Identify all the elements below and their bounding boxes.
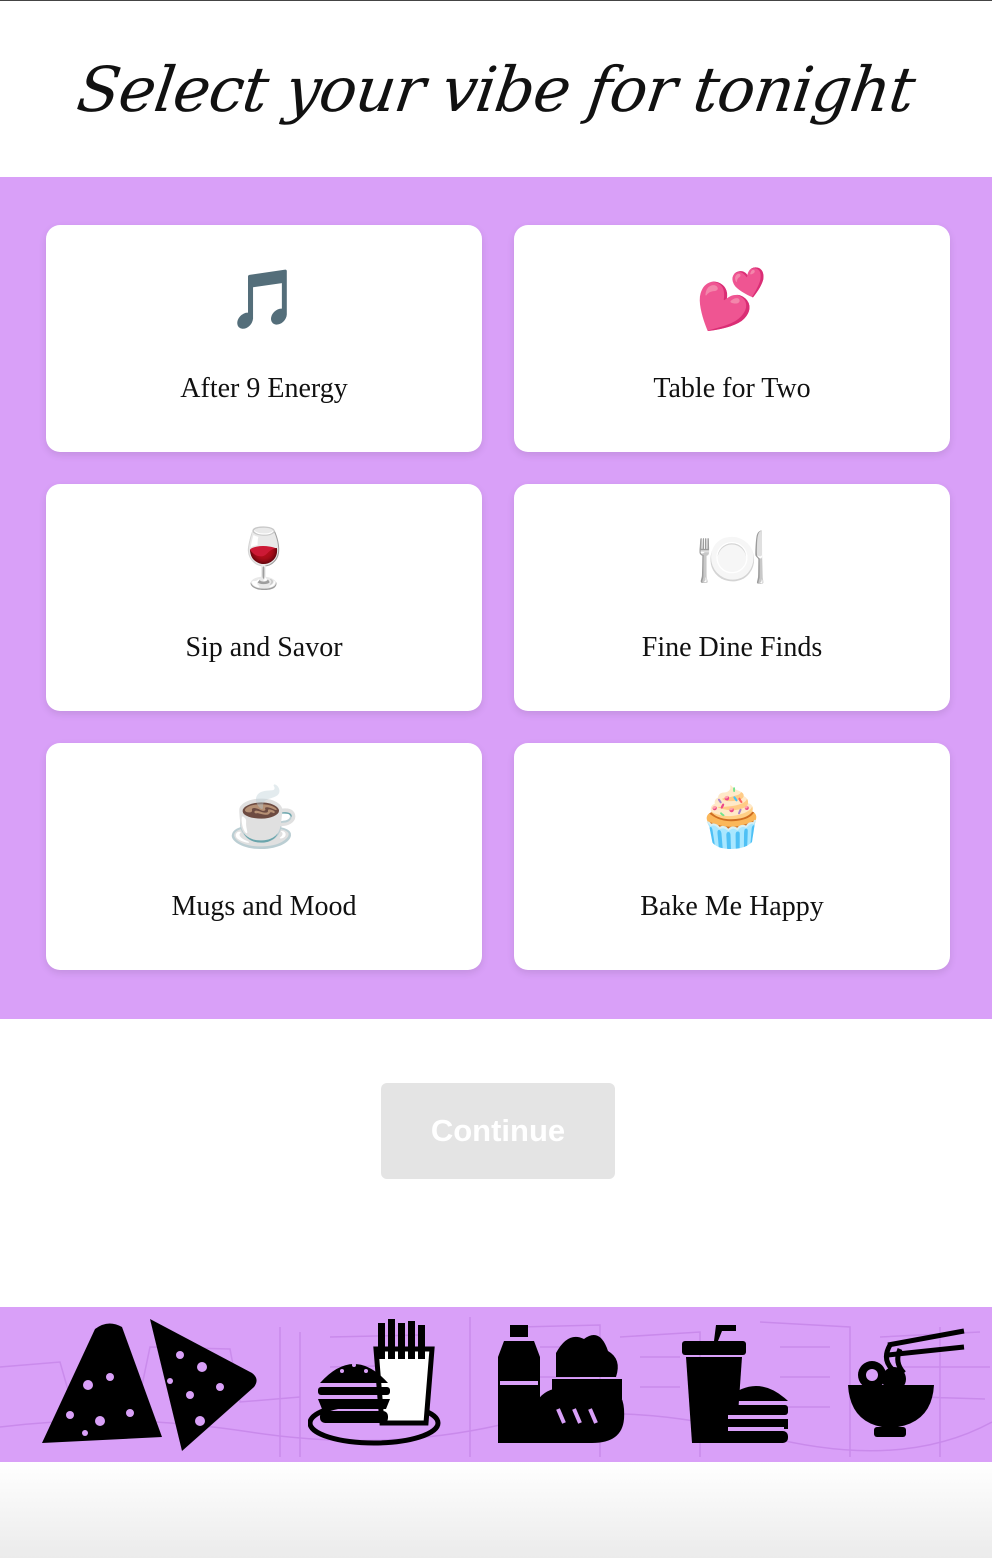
vibe-label: Bake Me Happy	[640, 891, 824, 922]
food-banner	[0, 1307, 992, 1462]
music-notes-icon: 🎵	[227, 267, 301, 332]
vibe-label: Mugs and Mood	[171, 891, 357, 922]
vibe-card-fine-dine-finds[interactable]: 🍽️ Fine Dine Finds	[514, 484, 950, 711]
noodle-bowl-icon	[848, 1328, 965, 1437]
vibe-label: Sip and Savor	[185, 632, 343, 663]
plate-cutlery-icon: 🍽️	[695, 526, 769, 591]
grocery-bottle-bread-icon	[498, 1325, 625, 1443]
vibe-label: Table for Two	[653, 373, 811, 404]
pizza-slices-icon	[42, 1319, 257, 1451]
vibe-card-table-for-two[interactable]: 💕 Table for Two	[514, 225, 950, 452]
cupcake-icon: 🧁	[695, 785, 769, 850]
two-hearts-icon: 💕	[695, 267, 769, 332]
page-title: Select your vibe for tonight	[72, 52, 920, 126]
vibe-grid: 🎵 After 9 Energy 💕 Table for Two 🍷 Sip a…	[0, 177, 992, 1019]
bottom-fade	[0, 1462, 992, 1558]
burger-fries-icon	[308, 1319, 441, 1446]
coffee-cup-icon: ☕	[227, 785, 301, 850]
wine-glass-icon: 🍷	[227, 526, 301, 591]
vibe-card-bake-me-happy[interactable]: 🧁 Bake Me Happy	[514, 743, 950, 970]
vibe-label: After 9 Energy	[180, 373, 348, 404]
vibe-card-mugs-and-mood[interactable]: ☕ Mugs and Mood	[46, 743, 482, 970]
vibe-card-after-9-energy[interactable]: 🎵 After 9 Energy	[46, 225, 482, 452]
continue-button[interactable]: Continue	[381, 1083, 615, 1179]
vibe-card-sip-and-savor[interactable]: 🍷 Sip and Savor	[46, 484, 482, 711]
page-header: Select your vibe for tonight	[0, 1, 992, 177]
drink-burger-icon	[682, 1325, 788, 1443]
vibe-label: Fine Dine Finds	[641, 632, 823, 663]
